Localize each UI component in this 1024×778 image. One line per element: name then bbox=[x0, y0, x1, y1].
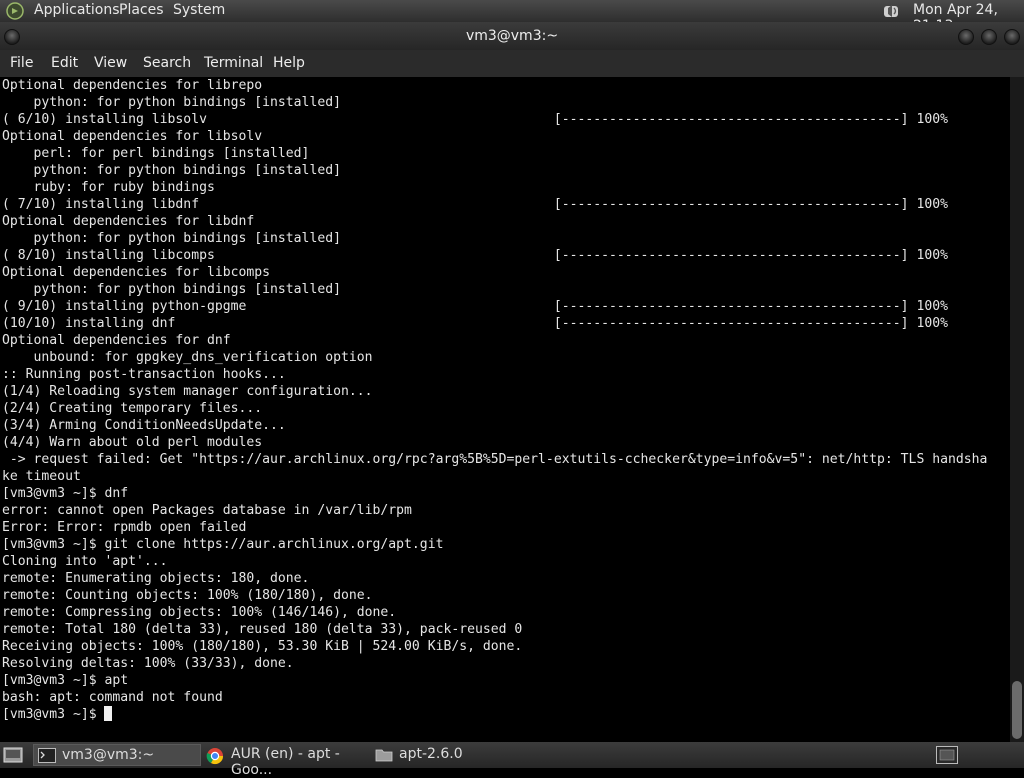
terminal-line: Optional dependencies for librepo bbox=[2, 78, 263, 93]
chrome-icon bbox=[206, 748, 224, 765]
menu-search[interactable]: Search bbox=[143, 55, 191, 71]
terminal-line: perl: for perl bindings [installed] bbox=[33, 146, 310, 161]
taskbar-item-label: AUR (en) - apt - Goo... bbox=[231, 746, 340, 778]
menu-edit[interactable]: Edit bbox=[51, 55, 78, 71]
terminal-line: Error: Error: rpmdb open failed bbox=[2, 520, 247, 535]
close-button[interactable] bbox=[1004, 29, 1020, 45]
menu-terminal[interactable]: Terminal bbox=[204, 55, 263, 71]
applications-menu[interactable]: Applications bbox=[34, 2, 120, 18]
window-titlebar[interactable]: vm3@vm3:~ bbox=[0, 22, 1024, 50]
terminal-line: (4/4) Warn about old perl modules bbox=[2, 435, 263, 450]
terminal-lines: Optional dependencies for librepo python… bbox=[2, 78, 987, 705]
folder-icon bbox=[375, 749, 393, 762]
window-title: vm3@vm3:~ bbox=[465, 28, 559, 44]
terminal-output: Optional dependencies for librepo python… bbox=[2, 77, 987, 723]
terminal-line: (2/4) Creating temporary files... bbox=[2, 401, 263, 416]
terminal-line: (1/4) Reloading system manager configura… bbox=[2, 384, 373, 399]
terminal-line: python: for python bindings [installed] bbox=[33, 163, 341, 178]
workspace-switcher-icon[interactable] bbox=[936, 746, 958, 764]
terminal-line: remote: Counting objects: 100% (180/180)… bbox=[2, 588, 373, 603]
terminal-line: (3/4) Arming ConditionNeedsUpdate... bbox=[2, 418, 286, 433]
terminal-line: [vm3@vm3 ~]$ git clone https://aur.archl… bbox=[2, 537, 444, 552]
terminal-line: python: for python bindings [installed] bbox=[33, 282, 341, 297]
terminal-line: remote: Compressing objects: 100% (146/1… bbox=[2, 605, 397, 620]
terminal-prompt: [vm3@vm3 ~]$ bbox=[2, 707, 105, 722]
menu-view[interactable]: View bbox=[94, 55, 127, 71]
system-menu[interactable]: System bbox=[173, 2, 225, 18]
terminal-line: Optional dependencies for libcomps bbox=[2, 265, 271, 280]
terminal-line: ( 6/10) installing libsolv [------------… bbox=[2, 112, 948, 127]
terminal-line: Optional dependencies for libdnf bbox=[2, 214, 255, 229]
terminal-line: python: for python bindings [installed] bbox=[33, 231, 341, 246]
terminal-line: ( 9/10) installing python-gpgme [-------… bbox=[2, 299, 948, 314]
terminal-line: remote: Enumerating objects: 180, done. bbox=[2, 571, 310, 586]
taskbar-item-label: vm3@vm3:~ bbox=[62, 747, 155, 763]
terminal-line: ruby: for ruby bindings bbox=[33, 180, 215, 195]
terminal-line: error: cannot open Packages database in … bbox=[2, 503, 412, 518]
minimize-button[interactable] bbox=[958, 29, 974, 45]
terminal-menubar: File Edit View Search Terminal Help bbox=[0, 50, 1024, 77]
terminal-line: python: for python bindings [installed] bbox=[33, 95, 341, 110]
terminal-line: remote: Total 180 (delta 33), reused 180… bbox=[2, 622, 523, 637]
terminal-line: :: Running post-transaction hooks... bbox=[2, 367, 286, 382]
places-menu[interactable]: Places bbox=[119, 2, 164, 18]
terminal-line: [vm3@vm3 ~]$ apt bbox=[2, 673, 129, 688]
taskbar-item-browser[interactable]: AUR (en) - apt - Goo... bbox=[204, 744, 370, 778]
terminal-line: Optional dependencies for dnf bbox=[2, 333, 231, 348]
terminal-line: bash: apt: command not found bbox=[2, 690, 223, 705]
show-desktop-icon[interactable] bbox=[3, 747, 23, 763]
bottom-panel: vm3@vm3:~ AUR (en) - apt - Goo... apt-2.… bbox=[0, 742, 1024, 778]
terminal-scrollbar[interactable] bbox=[1010, 77, 1024, 742]
text-cursor bbox=[104, 706, 113, 721]
taskbar-item-terminal[interactable]: vm3@vm3:~ bbox=[33, 744, 201, 766]
volume-icon[interactable] bbox=[882, 2, 904, 20]
terminal-line: Receiving objects: 100% (180/180), 53.30… bbox=[2, 639, 523, 654]
scrollbar-thumb[interactable] bbox=[1012, 681, 1022, 739]
terminal-line: (10/10) installing dnf [----------------… bbox=[2, 316, 948, 331]
terminal-line: Cloning into 'apt'... bbox=[2, 554, 168, 569]
gnome-foot-icon[interactable] bbox=[6, 2, 24, 20]
top-panel: Applications Places System Mon Apr 24, 2… bbox=[0, 0, 1024, 34]
terminal-line: -> request failed: Get "https://aur.arch… bbox=[9, 452, 988, 467]
terminal-line: ke timeout bbox=[2, 469, 81, 484]
maximize-button[interactable] bbox=[981, 29, 997, 45]
terminal-line: ( 7/10) installing libdnf [-------------… bbox=[2, 197, 948, 212]
terminal-line: [vm3@vm3 ~]$ dnf bbox=[2, 486, 129, 501]
terminal-line: Resolving deltas: 100% (33/33), done. bbox=[2, 656, 294, 671]
terminal-area[interactable]: Optional dependencies for librepo python… bbox=[0, 77, 1010, 742]
taskbar-item-folder[interactable]: apt-2.6.0 bbox=[373, 744, 533, 766]
terminal-line: unbound: for gpgkey_dns_verification opt… bbox=[33, 350, 373, 365]
terminal-icon bbox=[38, 748, 56, 763]
terminal-line: Optional dependencies for libsolv bbox=[2, 129, 263, 144]
menu-file[interactable]: File bbox=[10, 55, 33, 71]
menu-help[interactable]: Help bbox=[273, 55, 305, 71]
terminal-line: ( 8/10) installing libcomps [-----------… bbox=[2, 248, 948, 263]
taskbar-item-label: apt-2.6.0 bbox=[399, 746, 463, 762]
